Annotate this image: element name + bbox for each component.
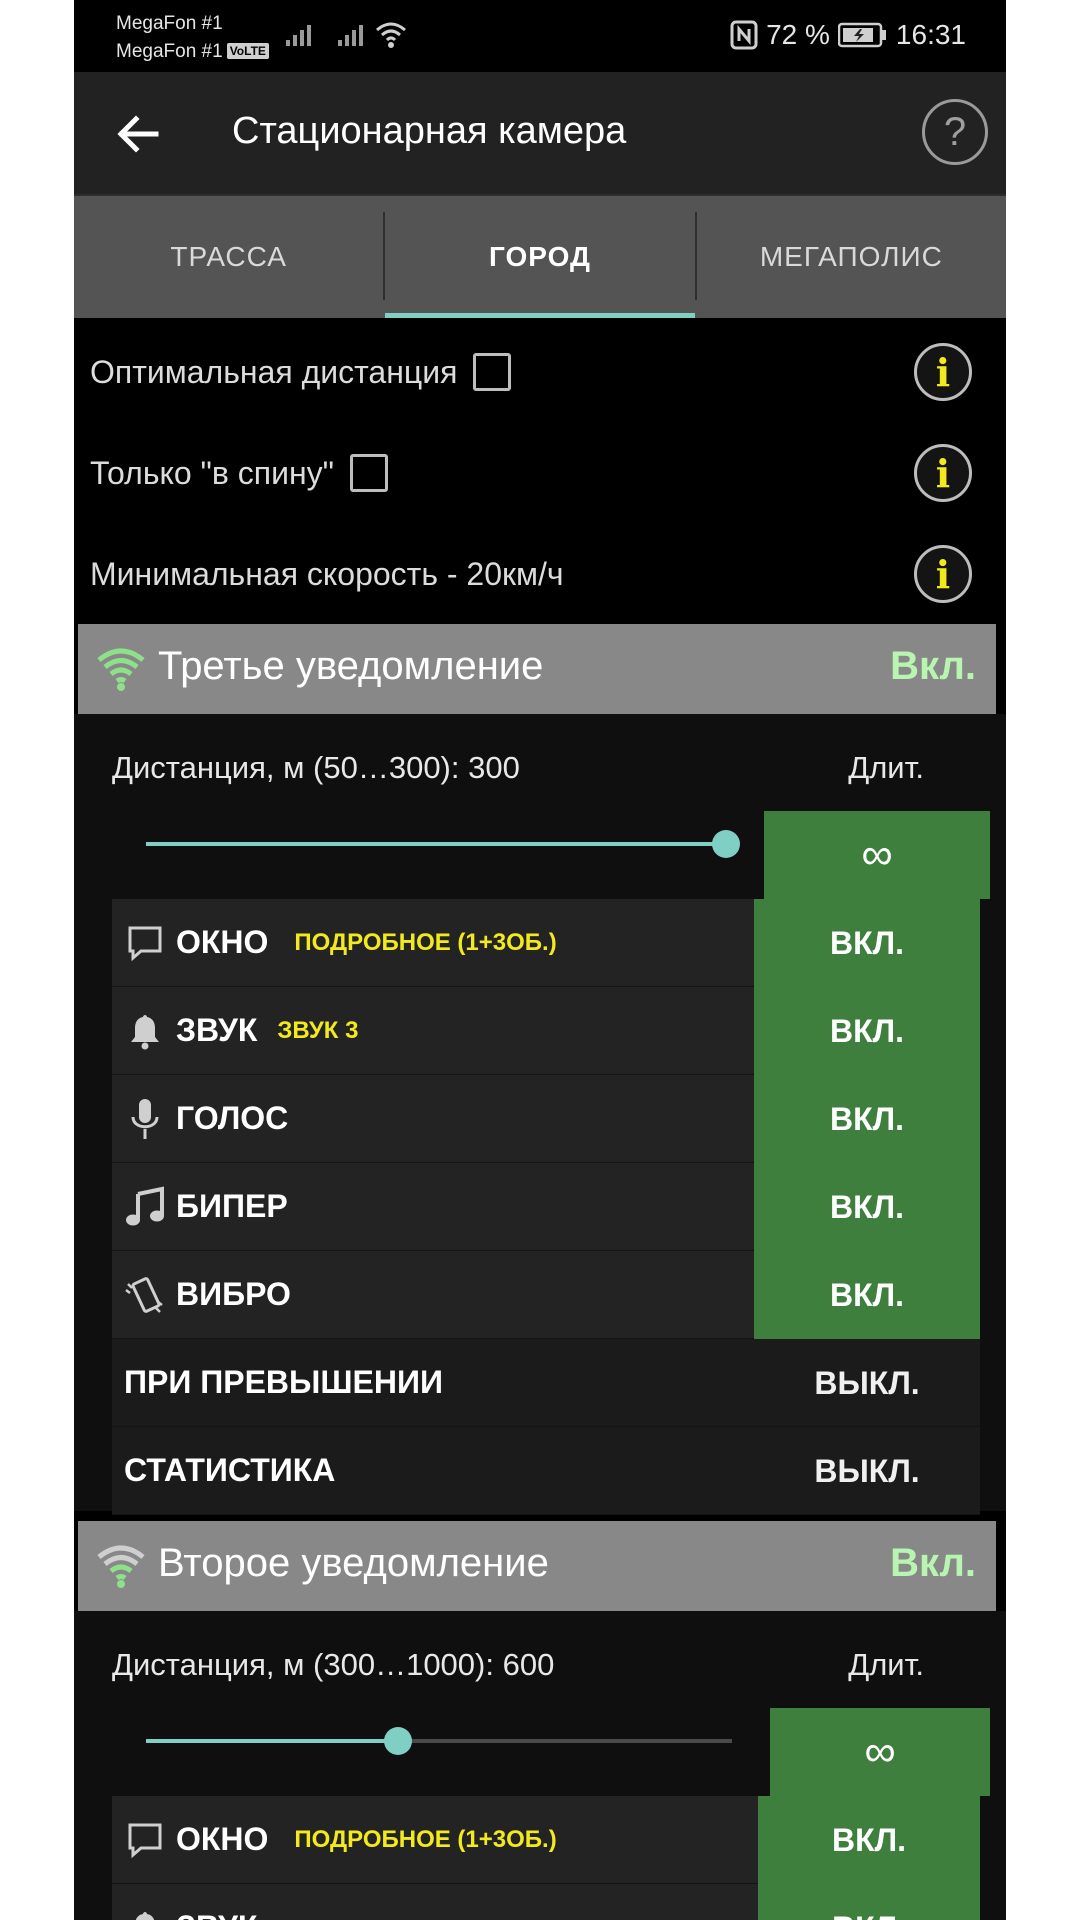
row-toggle[interactable]: ВКЛ. xyxy=(758,1884,980,1920)
row-sublabel: ЗВУК 3 xyxy=(277,1016,359,1044)
row-toggle[interactable]: ВКЛ. xyxy=(754,899,980,987)
slider-thumb[interactable] xyxy=(712,830,740,858)
setting-rear-only: Только "в спину" i xyxy=(90,423,990,523)
row-toggle[interactable]: ВЫКЛ. xyxy=(754,1427,980,1515)
row-label: ОКНО xyxy=(176,924,269,960)
message-icon xyxy=(122,1817,168,1863)
info-icon[interactable]: i xyxy=(914,545,972,603)
notification-title: Третье уведомление xyxy=(158,644,544,688)
wifi-icon xyxy=(97,1545,145,1588)
slider-thumb[interactable] xyxy=(383,1727,412,1755)
row-toggle[interactable]: ВКЛ. xyxy=(758,1796,980,1884)
row-sublabel: ПОДРОБНОЕ (1+3ОБ.) xyxy=(294,928,557,956)
row-sound[interactable]: ЗВУК ВКЛ. xyxy=(112,1884,980,1920)
signal-icon-2 xyxy=(338,25,363,46)
row-sound[interactable]: ЗВУК ЗВУК 3 ВКЛ. xyxy=(112,987,980,1075)
tab-megapolis[interactable]: МЕГАПОЛИС xyxy=(697,196,1006,318)
duration-label: Длит. xyxy=(848,1647,924,1682)
nfc-icon xyxy=(730,20,758,50)
row-toggle[interactable]: ВКЛ. xyxy=(754,1163,980,1251)
row-label: ЗВУК xyxy=(176,1012,258,1048)
row-toggle[interactable]: ВЫКЛ. xyxy=(754,1339,980,1427)
carrier-1: MegaFon #1 xyxy=(116,13,223,34)
clock: 16:31 xyxy=(895,19,966,50)
mode-tabs: ТРАССА ГОРОД МЕГАПОЛИС xyxy=(74,196,1006,318)
tab-trassa[interactable]: ТРАССА xyxy=(74,196,383,318)
row-vibro[interactable]: ВИБРО ВКЛ. xyxy=(112,1251,980,1339)
vibrate-icon xyxy=(122,1272,168,1318)
battery-percent: 72 % xyxy=(766,19,830,50)
notification-state[interactable]: Вкл. xyxy=(890,1541,976,1586)
info-icon[interactable]: i xyxy=(914,343,972,401)
row-toggle[interactable]: ВКЛ. xyxy=(754,1075,980,1163)
distance-slider[interactable] xyxy=(146,830,740,858)
notification-header-third[interactable]: Третье уведомление Вкл. xyxy=(78,624,996,714)
row-label: ГОЛОС xyxy=(176,1100,289,1136)
carrier-info: MegaFon #1 MegaFon #1 VoLTE xyxy=(116,10,269,66)
notification-header-second[interactable]: Второе уведомление Вкл. xyxy=(78,1521,996,1611)
setting-label: Оптимальная дистанция xyxy=(90,353,458,390)
battery-icon xyxy=(837,22,886,48)
notification-state[interactable]: Вкл. xyxy=(890,644,976,689)
distance-label: Дистанция, м (50…300): 300 xyxy=(112,750,520,785)
help-button[interactable]: ? xyxy=(922,99,988,165)
row-label: ВИБРО xyxy=(176,1276,291,1312)
row-label: ЗВУК xyxy=(176,1909,257,1920)
signal-icon xyxy=(286,25,311,46)
microphone-icon xyxy=(122,1096,168,1142)
distance-slider[interactable] xyxy=(146,1727,732,1755)
slider-fill xyxy=(146,842,726,846)
notification-body-second: Дистанция, м (300…1000): 600 Длит. ∞ ОКН… xyxy=(74,1611,1006,1920)
carrier-2: MegaFon #1 xyxy=(116,41,223,62)
app-bar: Стационарная камера ? xyxy=(74,72,1006,196)
row-toggle[interactable]: ВКЛ. xyxy=(754,987,980,1075)
duration-infinity-button[interactable]: ∞ xyxy=(764,811,990,899)
setting-optimal-distance: Оптимальная дистанция i xyxy=(90,322,990,422)
setting-min-speed[interactable]: Минимальная скорость - 20км/ч i xyxy=(90,524,990,624)
rear-only-checkbox[interactable] xyxy=(350,454,389,492)
wifi-icon xyxy=(97,648,145,691)
notification-title: Второе уведомление xyxy=(158,1541,549,1585)
setting-label: Только "в спину" xyxy=(90,454,335,491)
row-label: СТАТИСТИКА xyxy=(124,1452,336,1488)
row-label: БИПЕР xyxy=(176,1188,288,1224)
bell-icon xyxy=(122,1008,168,1054)
duration-infinity-button[interactable]: ∞ xyxy=(770,1708,990,1796)
row-voice[interactable]: ГОЛОС ВКЛ. xyxy=(112,1075,980,1163)
page-title: Стационарная камера xyxy=(232,110,627,152)
distance-label: Дистанция, м (300…1000): 600 xyxy=(112,1647,555,1682)
row-label: ПРИ ПРЕВЫШЕНИИ xyxy=(124,1364,443,1400)
row-statistics[interactable]: СТАТИСТИКА ВЫКЛ. xyxy=(112,1427,980,1515)
status-bar: MegaFon #1 MegaFon #1 VoLTE 72 % 16:31 xyxy=(74,0,1006,72)
music-note-icon xyxy=(122,1184,168,1230)
phone-screen: MegaFon #1 MegaFon #1 VoLTE 72 % 16:31 С… xyxy=(74,0,1006,1920)
row-beeper[interactable]: БИПЕР ВКЛ. xyxy=(112,1163,980,1251)
tab-gorod[interactable]: ГОРОД xyxy=(385,196,695,318)
wifi-status-icon xyxy=(376,22,406,48)
row-sublabel: ПОДРОБНОЕ (1+3ОБ.) xyxy=(294,1825,557,1853)
row-label: ОКНО xyxy=(176,1821,269,1857)
row-toggle[interactable]: ВКЛ. xyxy=(754,1251,980,1339)
volte-badge: VoLTE xyxy=(226,43,269,59)
message-icon xyxy=(122,920,168,966)
notification-body-third: Дистанция, м (50…300): 300 Длит. ∞ ОКНО … xyxy=(74,714,1006,1515)
setting-label: Минимальная скорость - 20км/ч xyxy=(90,555,564,592)
info-icon[interactable]: i xyxy=(914,444,972,502)
row-window[interactable]: ОКНО ПОДРОБНОЕ (1+3ОБ.) ВКЛ. xyxy=(112,1796,980,1884)
duration-label: Длит. xyxy=(848,750,924,785)
back-arrow-icon[interactable] xyxy=(110,106,166,162)
bell-icon xyxy=(122,1905,168,1920)
slider-fill xyxy=(146,1739,398,1743)
row-on-exceed[interactable]: ПРИ ПРЕВЫШЕНИИ ВЫКЛ. xyxy=(112,1339,980,1427)
row-window[interactable]: ОКНО ПОДРОБНОЕ (1+3ОБ.) ВКЛ. xyxy=(112,899,980,987)
optimal-distance-checkbox[interactable] xyxy=(473,353,512,391)
